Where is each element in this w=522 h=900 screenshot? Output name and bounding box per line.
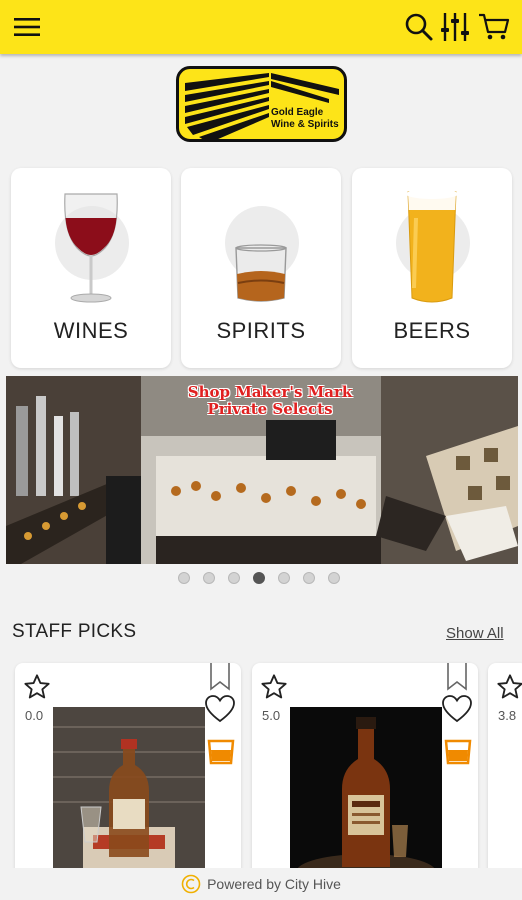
hamburger-menu-icon[interactable] <box>10 10 44 44</box>
section-title-staff-picks: STAFF PICKS <box>12 621 137 642</box>
star-rating-icon[interactable] <box>496 673 522 701</box>
category-label: BEERS <box>393 318 471 343</box>
carousel-dot[interactable] <box>178 572 190 584</box>
logo-line-1: Gold Eagle <box>271 107 324 118</box>
category-card-wines[interactable]: WINES <box>11 168 171 368</box>
banner-title-line-1: Shop Maker's Mark <box>187 383 353 401</box>
carousel-dot[interactable] <box>203 572 215 584</box>
carousel-dot[interactable] <box>303 572 315 584</box>
product-card[interactable]: 0.0 <box>15 663 241 900</box>
logo-text: Gold Eagle Wine & Spirits <box>271 107 344 131</box>
category-label: SPIRITS <box>216 318 306 343</box>
city-hive-logo-icon <box>181 874 201 894</box>
promo-banner[interactable]: Shop Maker's Mark Private Selects <box>6 376 518 564</box>
powered-by-text: Powered by City Hive <box>207 876 341 892</box>
carousel-dot[interactable] <box>278 572 290 584</box>
beer-glass-icon <box>406 189 458 303</box>
filter-sliders-icon[interactable] <box>438 10 472 44</box>
category-card-beers[interactable]: BEERS <box>352 168 512 368</box>
product-card[interactable]: 3.8 <box>488 663 522 900</box>
bookmark-icon[interactable] <box>446 663 468 691</box>
whiskey-glass-icon <box>235 244 287 302</box>
wine-glass-icon <box>64 193 118 303</box>
store-logo[interactable]: Gold Eagle Wine & Spirits <box>176 66 347 142</box>
star-rating-icon[interactable] <box>260 673 288 701</box>
logo-line-2: Wine & Spirits <box>271 119 339 130</box>
bookmark-icon[interactable] <box>209 663 231 691</box>
top-app-bar <box>0 0 522 54</box>
rating-value: 0.0 <box>25 708 44 723</box>
show-all-link[interactable]: Show All <box>446 625 504 642</box>
category-label: WINES <box>53 318 129 343</box>
carousel-pagination <box>178 572 340 584</box>
heart-icon[interactable] <box>442 695 472 723</box>
powered-by-footer: Powered by City Hive <box>0 868 522 900</box>
banner-title: Shop Maker's Mark Private Selects <box>170 384 370 418</box>
carousel-dot[interactable] <box>228 572 240 584</box>
glass-icon[interactable] <box>207 739 235 765</box>
search-icon[interactable] <box>402 10 436 44</box>
rating-value: 5.0 <box>262 708 281 723</box>
carousel-dot[interactable] <box>328 572 340 584</box>
heart-icon[interactable] <box>205 695 235 723</box>
glass-icon[interactable] <box>444 739 472 765</box>
star-rating-icon[interactable] <box>23 673 51 701</box>
shopping-cart-icon[interactable] <box>477 10 511 44</box>
product-card[interactable]: 5.0 <box>252 663 478 900</box>
rating-value: 3.8 <box>498 708 517 723</box>
category-card-spirits[interactable]: SPIRITS <box>181 168 341 368</box>
carousel-dot[interactable] <box>253 572 265 584</box>
banner-title-line-2: Private Selects <box>207 400 333 418</box>
